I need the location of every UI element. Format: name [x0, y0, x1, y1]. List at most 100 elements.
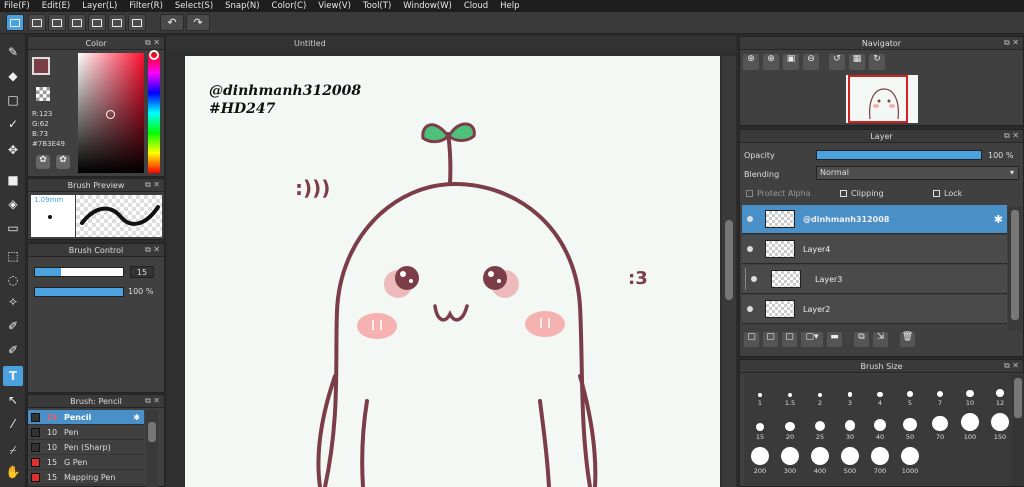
brush-list-item[interactable]: 15 G Pen — [28, 455, 144, 470]
layer-menu-icon[interactable]: ▢▾ — [801, 332, 823, 347]
brush-size-slider[interactable] — [34, 267, 124, 277]
brush-list-item[interactable]: 15 Pencil ✱ — [28, 410, 144, 425]
fill-rect-tool-icon[interactable]: ■ — [3, 170, 23, 190]
menu-item[interactable]: Cloud — [464, 1, 488, 11]
brush-size-option[interactable]: 2 — [806, 377, 834, 407]
select-rect-tool-icon[interactable]: ⬚ — [3, 246, 23, 266]
menu-item[interactable]: Select(S) — [175, 1, 213, 11]
dot-tool-icon[interactable]: ✓ — [3, 114, 23, 134]
eraser-tool-icon[interactable]: ◆ — [3, 66, 23, 86]
brush-size-option[interactable]: 400 — [806, 445, 834, 475]
menu-item[interactable]: File(F) — [4, 1, 30, 11]
palette-icon[interactable]: ✿ — [36, 155, 50, 169]
layer-blending-select[interactable]: Normal ▾ — [816, 166, 1019, 180]
brush-size-option[interactable]: 200 — [746, 445, 774, 475]
brush-size-option[interactable]: 40 — [866, 411, 894, 441]
brush-size-option[interactable]: 30 — [836, 411, 864, 441]
list-icon[interactable] — [108, 14, 126, 31]
navigator-thumbnail[interactable] — [846, 75, 918, 123]
canvas-scroll-thumb[interactable] — [725, 220, 733, 300]
brush-size-option[interactable]: 70 — [926, 411, 954, 441]
visibility-eye-icon[interactable] — [747, 216, 753, 222]
brush-list-item[interactable]: 10 Pen (Sharp) — [28, 440, 144, 455]
hand-tool-icon[interactable]: ✋ — [3, 462, 23, 482]
new-halftone-layer-icon[interactable]: ▢ — [763, 332, 778, 347]
visibility-eye-icon[interactable] — [747, 306, 753, 312]
gear-icon[interactable]: ✱ — [994, 213, 1003, 226]
redo-button[interactable]: ↷ — [186, 14, 210, 31]
brush-size-option[interactable]: 1 — [746, 377, 774, 407]
hue-cursor[interactable] — [149, 50, 159, 60]
menu-item[interactable]: Snap(N) — [225, 1, 259, 11]
fit-icon[interactable]: ▣ — [783, 54, 799, 70]
brush-size-value[interactable]: 15 — [130, 266, 154, 278]
bucket-tool-icon[interactable]: ◈ — [3, 194, 23, 214]
transparent-color-swatch[interactable] — [36, 87, 50, 101]
layer-row[interactable]: Layer2 — [742, 295, 1007, 324]
brush-size-option[interactable]: 1000 — [896, 445, 924, 475]
rectangle-tool-icon[interactable]: □ — [3, 90, 23, 110]
zoom-plus-icon[interactable]: ⊕ — [763, 54, 779, 70]
divide-tool-icon[interactable]: ⁄ — [3, 414, 23, 434]
brush-size-option[interactable]: 20 — [776, 411, 804, 441]
rotate-left-icon[interactable]: ↺ — [829, 54, 845, 70]
visibility-eye-icon[interactable] — [751, 276, 757, 282]
menu-item[interactable]: Layer(L) — [82, 1, 117, 11]
menu-item[interactable]: Tool(T) — [363, 1, 391, 11]
rotate-right-icon[interactable]: ↻ — [869, 54, 885, 70]
grid-icon[interactable] — [128, 14, 146, 31]
brush-size-option[interactable]: 12 — [986, 377, 1014, 407]
sv-cursor[interactable] — [106, 110, 115, 119]
brush-size-option[interactable]: 15 — [746, 411, 774, 441]
merge-down-icon[interactable]: ⇲ — [873, 332, 888, 347]
canvas-paper[interactable]: @dinhmanh312008 #HD247 :))) :3 — [185, 56, 720, 487]
menu-item[interactable]: Filter(R) — [129, 1, 163, 11]
brush-list-scrollbar[interactable] — [146, 410, 158, 487]
brush-size-option[interactable]: 700 — [866, 445, 894, 475]
main-color-swatch[interactable] — [32, 57, 50, 75]
folder-icon[interactable]: ▬ — [827, 332, 842, 347]
color-sv-picker[interactable] — [78, 53, 144, 173]
operation-tool-icon[interactable]: ↖ — [3, 390, 23, 410]
canvas-tab[interactable]: Untitled — [166, 36, 736, 50]
brush-size-option[interactable]: 5 — [896, 377, 924, 407]
duplicate-layer-icon[interactable]: ⧉ — [854, 332, 869, 347]
brush-size-option[interactable]: 1.5 — [776, 377, 804, 407]
visibility-eye-icon[interactable] — [747, 246, 753, 252]
chat-icon[interactable] — [68, 14, 86, 31]
brush-size-option[interactable]: 50 — [896, 411, 924, 441]
layer-opacity-slider[interactable] — [816, 150, 982, 160]
layer-list-scrollbar[interactable] — [1008, 206, 1022, 331]
brush-size-option[interactable]: 4 — [866, 377, 894, 407]
brush-size-option[interactable]: 10 — [956, 377, 984, 407]
undo-button[interactable]: ↶ — [160, 14, 184, 31]
gradient-tool-icon[interactable]: ▭ — [3, 218, 23, 238]
layer-row[interactable]: Layer4 — [742, 235, 1007, 264]
brush-size-option[interactable]: 100 — [956, 411, 984, 441]
new-8bit-layer-icon[interactable]: ▢ — [782, 332, 797, 347]
brush-list-item[interactable]: 10 Pen — [28, 425, 144, 440]
select-eraser-tool-icon[interactable]: ✐ — [3, 340, 23, 360]
layer-row[interactable]: Layer3 — [742, 265, 1007, 294]
fullscreen-icon[interactable]: ▦ — [849, 54, 865, 70]
delete-layer-icon[interactable]: 🗑 — [900, 332, 915, 347]
lasso-tool-icon[interactable]: ◌ — [3, 270, 23, 290]
brush-size-option[interactable]: 500 — [836, 445, 864, 475]
zoom-out-icon[interactable]: ⊖ — [803, 54, 819, 70]
text-tool-icon[interactable]: T — [3, 366, 23, 386]
cloud-icon[interactable] — [6, 14, 24, 31]
zoom-in-icon[interactable]: ⊕ — [743, 54, 759, 70]
brush-tool-icon[interactable]: ✎ — [3, 42, 23, 62]
magic-wand-tool-icon[interactable]: ✧ — [3, 292, 23, 312]
export-icon[interactable] — [28, 14, 46, 31]
gear-icon[interactable]: ✱ — [133, 413, 140, 422]
protect-alpha-checkbox[interactable]: Protect Alpha — [746, 189, 811, 198]
select-pen-tool-icon[interactable]: ✐ — [3, 316, 23, 336]
brush-opacity-slider[interactable] — [34, 287, 124, 297]
brush-size-option[interactable]: 25 — [806, 411, 834, 441]
canvas-vertical-scrollbar[interactable] — [722, 56, 736, 487]
eyedropper-tool-icon[interactable]: ⌿ — [3, 440, 23, 460]
brush-list-item[interactable]: 15 Mapping Pen — [28, 470, 144, 485]
brush-size-option[interactable]: 3 — [836, 377, 864, 407]
layer-row[interactable]: @dinhmanh312008 ✱ — [742, 205, 1007, 234]
